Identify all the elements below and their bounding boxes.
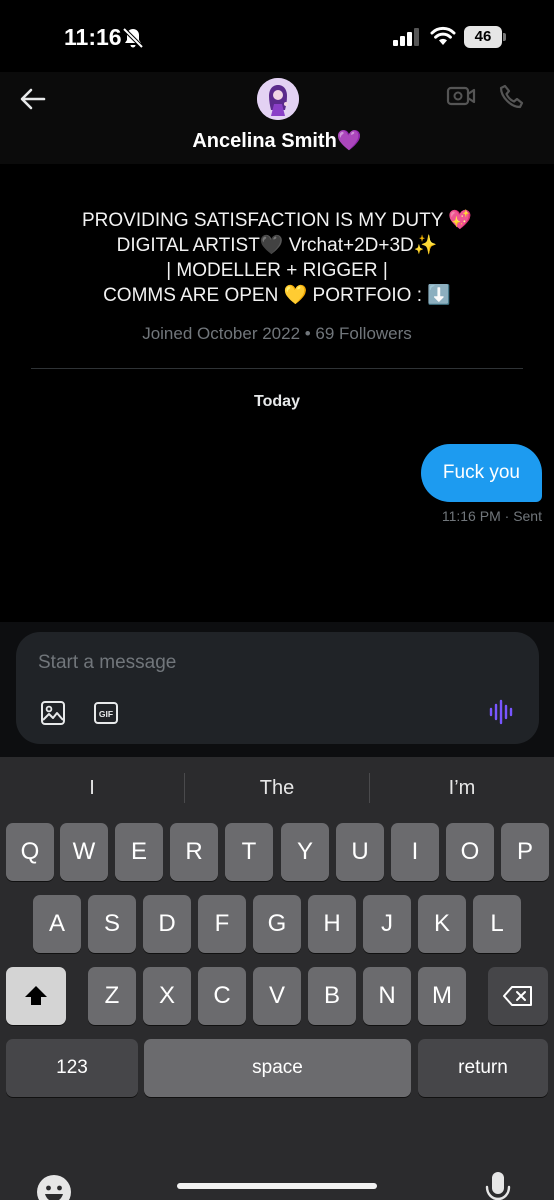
key-s[interactable]: S: [88, 895, 136, 953]
home-indicator[interactable]: [177, 1183, 377, 1189]
key-k[interactable]: K: [418, 895, 466, 953]
key-p[interactable]: P: [501, 823, 549, 881]
image-icon[interactable]: [40, 700, 66, 731]
battery-cap: [503, 33, 506, 41]
divider: [31, 368, 523, 369]
key-e[interactable]: E: [115, 823, 163, 881]
key-q[interactable]: Q: [6, 823, 54, 881]
message-time: 11:16 PM: [441, 508, 501, 524]
contact-name[interactable]: Ancelina Smith💜: [0, 128, 554, 153]
bio-line: DIGITAL ARTIST🖤 Vrchat+2D+3D✨: [116, 235, 438, 256]
emoji-icon[interactable]: [36, 1174, 72, 1200]
key-x[interactable]: X: [143, 967, 191, 1025]
key-y[interactable]: Y: [281, 823, 329, 881]
gif-icon[interactable]: GIF: [93, 700, 119, 731]
avatar[interactable]: [257, 78, 299, 120]
message-meta: 11:16 PM · Sent: [442, 508, 542, 524]
message-status-separator: ·: [504, 508, 514, 524]
wifi-icon: [430, 26, 456, 51]
message-input[interactable]: Start a message: [38, 652, 176, 674]
bell-off-icon: [122, 27, 144, 54]
video-call-icon[interactable]: [446, 84, 476, 113]
key-o[interactable]: O: [446, 823, 494, 881]
sent-message-bubble[interactable]: Fuck you: [420, 444, 542, 502]
bio-line: COMMS ARE OPEN 💛 PORTFOIO : ⬇️: [103, 285, 451, 306]
bio-line: PROVIDING SATISFACTION IS MY DUTY 💖: [82, 210, 472, 231]
key-v[interactable]: V: [253, 967, 301, 1025]
conversation-header: Ancelina Smith💜: [0, 72, 554, 164]
shift-key[interactable]: [6, 967, 66, 1025]
message-composer[interactable]: Start a message GIF: [16, 632, 539, 744]
back-arrow-icon[interactable]: [18, 84, 48, 114]
key-z[interactable]: Z: [88, 967, 136, 1025]
key-h[interactable]: H: [308, 895, 356, 953]
numbers-key[interactable]: 123: [6, 1039, 138, 1097]
shift-icon: [25, 986, 47, 1005]
key-g[interactable]: G: [253, 895, 301, 953]
key-b[interactable]: B: [308, 967, 356, 1025]
key-t[interactable]: T: [225, 823, 273, 881]
date-separator: Today: [254, 393, 300, 410]
key-u[interactable]: U: [336, 823, 384, 881]
bio-line: | MODELLER + RIGGER |: [166, 260, 388, 281]
backspace-icon: [503, 986, 532, 1006]
key-d[interactable]: D: [143, 895, 191, 953]
space-key[interactable]: space: [144, 1039, 411, 1097]
key-m[interactable]: M: [418, 967, 466, 1025]
status-time: 11:16: [64, 24, 122, 50]
key-f[interactable]: F: [198, 895, 246, 953]
key-c[interactable]: C: [198, 967, 246, 1025]
predictive-suggestions: I The I’m: [0, 757, 554, 819]
suggestion[interactable]: The: [185, 757, 369, 819]
message-status: Sent: [513, 508, 542, 524]
profile-bio: PROVIDING SATISFACTION IS MY DUTY 💖 DIGI…: [0, 208, 554, 308]
dictation-mic-icon[interactable]: [484, 1170, 512, 1200]
cellular-signal-icon: [393, 28, 421, 51]
voice-icon[interactable]: [488, 699, 516, 730]
key-r[interactable]: R: [170, 823, 218, 881]
key-w[interactable]: W: [60, 823, 108, 881]
key-l[interactable]: L: [473, 895, 521, 953]
phone-call-icon[interactable]: [498, 83, 526, 116]
suggestion[interactable]: I’m: [370, 757, 554, 819]
suggestion[interactable]: I: [0, 757, 184, 819]
key-i[interactable]: I: [391, 823, 439, 881]
key-a[interactable]: A: [33, 895, 81, 953]
delete-key[interactable]: [488, 967, 548, 1025]
joined-followers-info: Joined October 2022 • 69 Followers: [142, 324, 412, 343]
return-key[interactable]: return: [418, 1039, 548, 1097]
battery-indicator: 46: [464, 26, 502, 48]
gif-icon-label: GIF: [99, 709, 113, 719]
status-bar: 11:16 46: [0, 0, 554, 72]
key-n[interactable]: N: [363, 967, 411, 1025]
key-j[interactable]: J: [363, 895, 411, 953]
keyboard: I The I’m Q W E R T Y U I O P A S D F G …: [0, 757, 554, 1200]
